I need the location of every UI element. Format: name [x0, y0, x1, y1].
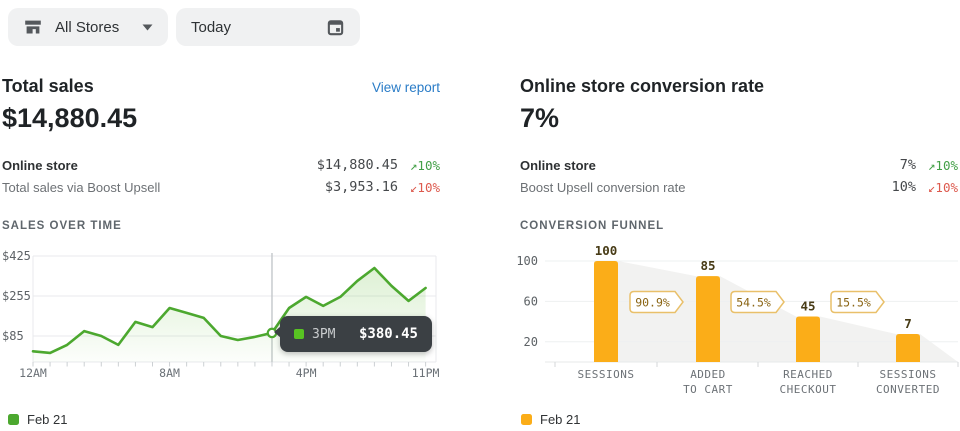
svg-text:$85: $85 — [2, 329, 24, 343]
chevron-down-icon — [142, 24, 153, 31]
svg-text:ADDED: ADDED — [690, 368, 726, 381]
svg-text:4PM: 4PM — [296, 366, 317, 380]
tooltip-time: 3PM — [312, 327, 335, 342]
svg-text:$425: $425 — [2, 249, 31, 263]
view-report-link[interactable]: View report — [372, 80, 440, 95]
total-sales-title: Total sales — [2, 76, 94, 97]
conversion-funnel-chart[interactable]: 100 60 20 100 85 45 7 90.9% 54.5% 15.5% SESSI… — [515, 245, 960, 405]
svg-text:100: 100 — [516, 254, 538, 268]
legend-swatch-green — [8, 414, 19, 425]
date-range-label: Today — [191, 19, 231, 36]
svg-text:20: 20 — [524, 335, 538, 349]
svg-text:90.9%: 90.9% — [635, 296, 670, 310]
svg-text:100: 100 — [595, 245, 618, 258]
metric-change: ↗10% — [406, 158, 440, 173]
conversion-breakdown: Online store 7% ↗10% Boost Upsell conver… — [520, 154, 958, 198]
metric-row-online-store: Online store 7% ↗10% — [520, 154, 958, 176]
metric-value: $3,953.16 — [268, 179, 398, 195]
metric-change: ↙10% — [924, 180, 958, 195]
metric-change: ↙10% — [406, 180, 440, 195]
sales-over-time-chart[interactable]: $425 $255 $85 12AM 8AM 4PM 11PM 3PM $380.45 — [0, 245, 442, 380]
metric-value: 10% — [786, 179, 916, 195]
svg-text:CONVERTED: CONVERTED — [876, 383, 940, 396]
conversion-funnel-heading: CONVERSION FUNNEL — [520, 220, 664, 232]
funnel-y-labels: 100 60 20 — [516, 254, 538, 349]
metric-label: Total sales via Boost Upsell — [2, 180, 268, 195]
metric-label: Boost Upsell conversion rate — [520, 180, 786, 195]
svg-text:8AM: 8AM — [159, 366, 180, 380]
date-range-button[interactable]: Today — [176, 8, 360, 46]
metric-label: Online store — [2, 158, 268, 173]
conversion-title: Online store conversion rate — [520, 76, 764, 97]
legend-swatch-orange — [521, 414, 532, 425]
svg-text:REACHED: REACHED — [783, 368, 833, 381]
sales-over-time-heading: SALES OVER TIME — [2, 220, 122, 232]
svg-text:85: 85 — [700, 258, 715, 273]
top-filter-bar: All Stores Today — [0, 0, 960, 56]
storefront-icon — [23, 17, 43, 37]
chart-tooltip: 3PM $380.45 — [280, 316, 432, 352]
svg-text:TO CART: TO CART — [683, 383, 733, 396]
metric-row-boost-upsell: Boost Upsell conversion rate 10% ↙10% — [520, 176, 958, 198]
svg-text:60: 60 — [524, 294, 538, 308]
svg-text:11PM: 11PM — [412, 366, 440, 380]
metric-row-boost-upsell: Total sales via Boost Upsell $3,953.16 ↙… — [2, 176, 440, 198]
calendar-icon — [326, 18, 345, 37]
svg-text:12AM: 12AM — [19, 366, 47, 380]
svg-text:SESSIONS: SESSIONS — [578, 368, 635, 381]
funnel-stage-badges: 90.9% 54.5% 15.5% — [630, 292, 884, 313]
metric-change: ↗10% — [924, 158, 958, 173]
store-selector-label: All Stores — [55, 19, 119, 36]
metric-row-online-store: Online store $14,880.45 ↗10% — [2, 154, 440, 176]
total-sales-value: $14,880.45 — [2, 103, 137, 134]
funnel-legend: Feb 21 — [521, 412, 580, 427]
tooltip-value: $380.45 — [359, 326, 418, 342]
svg-text:54.5%: 54.5% — [736, 296, 771, 310]
svg-text:45: 45 — [800, 299, 815, 314]
svg-text:$255: $255 — [2, 289, 31, 303]
total-sales-breakdown: Online store $14,880.45 ↗10% Total sales… — [2, 154, 440, 198]
conversion-value: 7% — [520, 103, 559, 134]
metric-label: Online store — [520, 158, 786, 173]
metric-value: 7% — [786, 157, 916, 173]
svg-text:SESSIONS: SESSIONS — [880, 368, 937, 381]
svg-text:CHECKOUT: CHECKOUT — [780, 383, 837, 396]
legend-label: Feb 21 — [540, 412, 580, 427]
sales-legend: Feb 21 — [8, 412, 67, 427]
legend-label: Feb 21 — [27, 412, 67, 427]
metric-value: $14,880.45 — [268, 157, 398, 173]
analytics-dashboard: { "header": { "store_selector": { "label… — [0, 0, 960, 431]
tooltip-series-swatch — [294, 329, 304, 339]
funnel-category-labels: SESSIONS ADDED TO CART REACHED CHECKOUT SESSI… — [578, 368, 941, 396]
svg-text:7: 7 — [904, 316, 912, 331]
svg-text:15.5%: 15.5% — [836, 296, 871, 310]
store-selector-button[interactable]: All Stores — [8, 8, 168, 46]
